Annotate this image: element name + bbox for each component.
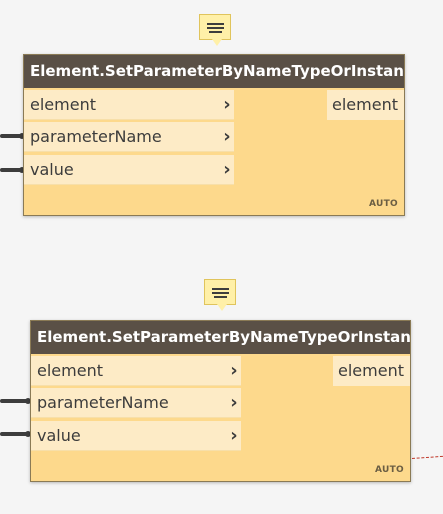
input-port-element[interactable]: element › (24, 90, 234, 120)
chevron-right-icon: › (223, 126, 231, 147)
port-label: value (37, 426, 81, 445)
node-title[interactable]: Element.SetParameterByNameTypeOrInstance (31, 321, 410, 354)
node-set-parameter-2[interactable]: Element.SetParameterByNameTypeOrInstance… (30, 320, 411, 482)
graph-canvas[interactable]: Element.SetParameterByNameTypeOrInstance… (0, 0, 443, 514)
preview-bubble-icon[interactable] (199, 14, 231, 46)
output-port-element[interactable]: element (333, 356, 410, 386)
port-label: parameterName (30, 127, 162, 146)
chevron-right-icon: › (223, 159, 231, 180)
input-wire-parameterName-1[interactable] (0, 133, 25, 139)
node-title[interactable]: Element.SetParameterByNameTypeOrInstance (24, 55, 404, 88)
input-port-parameterName[interactable]: parameterName › (31, 388, 241, 418)
input-wire-value-2[interactable] (0, 431, 31, 437)
input-wire-element-2[interactable] (0, 398, 31, 404)
port-label: element (30, 95, 96, 114)
lacing-badge[interactable]: AUTO (375, 465, 404, 475)
output-wire-dashed[interactable] (411, 455, 443, 459)
port-label: parameterName (37, 393, 169, 412)
input-port-element[interactable]: element › (31, 356, 241, 386)
port-label: value (30, 160, 74, 179)
chevron-right-icon: › (230, 425, 238, 446)
input-port-value[interactable]: value › (31, 421, 241, 451)
chevron-right-icon: › (230, 392, 238, 413)
input-port-parameterName[interactable]: parameterName › (24, 122, 234, 152)
lacing-badge[interactable]: AUTO (369, 199, 398, 209)
input-wire-value-1[interactable] (0, 167, 25, 173)
preview-bubble-icon[interactable] (204, 279, 236, 311)
input-port-value[interactable]: value › (24, 155, 234, 185)
port-label: element (332, 95, 398, 114)
chevron-right-icon: › (230, 360, 238, 381)
chevron-right-icon: › (223, 94, 231, 115)
port-label: element (37, 361, 103, 380)
port-label: element (338, 361, 404, 380)
node-set-parameter-1[interactable]: Element.SetParameterByNameTypeOrInstance… (23, 54, 405, 216)
output-port-element[interactable]: element (327, 90, 404, 120)
